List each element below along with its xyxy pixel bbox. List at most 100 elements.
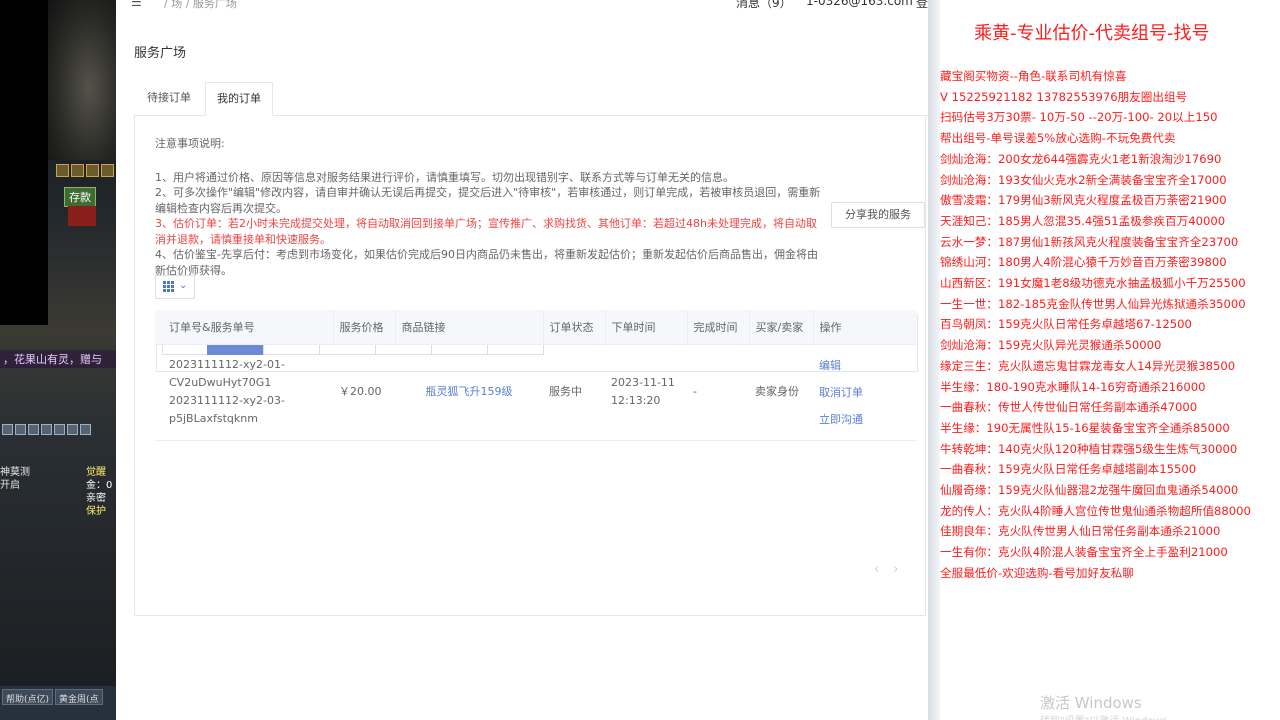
overlay-line: 缘定三生：克火队遗忘鬼甘霖龙毒女人14异光灵猴38500 — [940, 358, 1236, 373]
game-side-line: 亲密 — [86, 493, 106, 504]
game-taskbar-item[interactable]: 帮助(点亿) — [2, 689, 54, 705]
column-header: 下单时间 — [604, 310, 687, 345]
user-email[interactable]: 1-0326@163.com — [806, 0, 913, 8]
game-side-text: 觉醒 金：0 亲密 保护 — [86, 466, 112, 518]
order-time-cell: 2023-11-11 12:13:20 — [605, 344, 687, 441]
overlay-line: 龙的传人：克火队4阶睡人宫位传世鬼仙通杀物超所值88000 — [940, 503, 1251, 518]
order-date: 2023-11-11 — [611, 376, 675, 389]
column-header: 订单状态 — [542, 310, 605, 345]
service-number: p5jBLaxfstqknm — [169, 412, 258, 425]
overlay-line: 傲雪凌霜：179男仙3新风克火程度孟极百万荼密21900 — [940, 193, 1227, 208]
column-header: 服务价格 — [332, 310, 395, 345]
stream-overlay: 乘黄-专业估价-代卖组号-找号 藏宝阁买物资--角色-联系司机有惊喜 V 1522… — [928, 0, 1280, 720]
tab-my-orders[interactable]: 我的订单 — [205, 82, 273, 116]
table-row: 2023111112-xy2-01- CV2uDwuHyt70G1 202311… — [155, 344, 917, 441]
game-tool-icon — [80, 424, 91, 435]
column-header: 操作 — [812, 310, 917, 345]
overlay-list: 藏宝阁买物资--角色-联系司机有惊喜 V 15225921182 13782553… — [940, 66, 1280, 584]
note-item: 1、用户将通过价格、原因等信息对服务结果进行评价，请慎重填写。切勿出现错别字、联… — [155, 170, 734, 184]
overlay-line: 仙履奇缘：159克火队仙器混2龙强牛魔回血鬼通杀54000 — [940, 483, 1239, 498]
browser-panel: ☰ / 场 / 服务广场 消息（9） 1-0326@163.com 登 服务广场… — [116, 0, 928, 720]
grid-icon — [163, 281, 174, 292]
game-taskbar-item[interactable]: 黄金周(点 — [55, 689, 103, 705]
overlay-line: 一曲春秋：159克火队日常任务卓越塔副本15500 — [940, 462, 1197, 477]
order-time: 12:13:20 — [611, 394, 661, 407]
next-page-icon[interactable]: › — [893, 562, 912, 577]
column-header: 订单号&服务单号 — [155, 310, 333, 345]
overlay-line: 剑灿沧海：200女龙644强霹克火1老1新浪淘沙17690 — [940, 151, 1222, 166]
orders-table: 订单号&服务单号 服务价格 商品链接 订单状态 下单时间 完成时间 买家/卖家 … — [155, 310, 917, 441]
overlay-line: 百鸟朝凤：159克火队日常任务卓越塔67-12500 — [940, 317, 1192, 332]
table-header-row: 订单号&服务单号 服务价格 商品链接 订单状态 下单时间 完成时间 买家/卖家 … — [155, 310, 917, 345]
column-header: 买家/卖家 — [748, 310, 813, 345]
column-header: 商品链接 — [394, 310, 543, 345]
edit-link[interactable]: 编辑 — [819, 352, 911, 379]
cancel-order-link[interactable]: 取消订单 — [819, 379, 911, 406]
breadcrumb: / 场 / 服务广场 — [164, 0, 237, 10]
game-slot — [71, 164, 84, 177]
overlay-line: 天涯知己：185男人忽混35.4强51孟极参疾百万40000 — [940, 213, 1226, 228]
chevron-down-icon: ⌄ — [179, 280, 188, 291]
order-number-cell: 2023111112-xy2-01- CV2uDwuHyt70G1 202311… — [155, 344, 333, 441]
game-store-button: 存款 — [64, 187, 96, 207]
windows-watermark-sub: 转到"设置"以激活 Windows。 — [1040, 712, 1177, 720]
pagination: ‹› — [874, 562, 912, 577]
overlay-line: 剑灿沧海：193女仙火克水2新全满装备宝宝齐全17000 — [940, 172, 1227, 187]
overlay-line: 锦绣山河：180男人4阶混心猿千万妙音百万荼密39800 — [940, 255, 1227, 270]
game-side-line: 保护 — [86, 506, 106, 517]
overlay-line: 云水一梦：187男仙1新孩风克火程度装备宝宝齐全23700 — [940, 234, 1239, 249]
game-text: 神莫测 开启 觉醒 金：0 亲密 保护 — [0, 466, 116, 517]
messages-link[interactable]: 消息（9） — [736, 0, 792, 10]
view-mode-dropdown[interactable]: ⌄ — [155, 275, 195, 299]
overlay-line: V 15225921182 13782553976朋友圈出组号 — [940, 89, 1188, 104]
menu-icon[interactable]: ☰ — [131, 0, 142, 9]
overlay-line: 佳期良年：克火队传世男人仙日常任务副本通杀21000 — [940, 524, 1221, 539]
overlay-line: 半生缘：190无属性队15-16星装备宝宝齐全通杀85000 — [940, 420, 1230, 435]
note-item: 4、估价鉴宝-先享后付：考虑到市场变化，如果估价完成后90日内商品仍未售出，将重… — [155, 248, 818, 277]
game-chat-line: ，花果山有灵，赠与 — [0, 350, 116, 368]
game-scene — [48, 0, 116, 160]
game-tool-icon — [15, 424, 26, 435]
product-link[interactable]: 瓶灵狐飞升159级 — [401, 383, 537, 401]
overlay-line: 一生一世：182-185克金队传世男人仙异光炼狱通杀35000 — [940, 296, 1246, 311]
logout-link[interactable]: 登 — [916, 0, 928, 10]
overlay-line: 一生有你：克火队4阶混人装备宝宝齐全上手盈利21000 — [940, 545, 1228, 560]
note-item: 2、可多次操作"编辑"修改内容，请自审并确认无误后再提交，提交后进入"待审核"，… — [155, 186, 821, 215]
overlay-line: 牛转乾坤：140克火队120种植甘霖强5级生生炼气30000 — [940, 441, 1238, 456]
overlay-line: 藏宝阁买物资--角色-联系司机有惊喜 — [940, 69, 1127, 83]
order-number: CV2uDwuHyt70G1 — [169, 376, 272, 389]
actions-cell: 编辑 取消订单 立即沟通 — [813, 344, 917, 441]
overlay-line: 半生缘：180-190克水睡队14-16穷奇通杀216000 — [940, 379, 1206, 394]
overlay-title: 乘黄-专业估价-代卖组号-找号 — [974, 23, 1210, 44]
overlay-line: 全服最低价-欢迎选购-看号加好友私聊 — [940, 565, 1134, 580]
service-number: 2023111112-xy2-03- — [169, 394, 285, 407]
game-slot — [86, 164, 99, 177]
game-red-tag — [68, 206, 96, 226]
content-area: 服务广场 待接订单 我的订单 注意事项说明: 1、用户将通过价格、原因等信息对服… — [116, 10, 928, 720]
overlay-divider — [928, 0, 940, 720]
game-slot — [101, 164, 114, 177]
game-tool-icon — [28, 424, 39, 435]
game-taskbar: 帮助(点亿) 黄金周(点 — [0, 686, 116, 720]
overlay-line: 山西新区：191女魔1老8级功德克水抽孟极狐小千万25500 — [940, 276, 1246, 291]
page-title: 服务广场 — [134, 46, 187, 61]
overlay-line: 帮出组号-单号误差5%放心选购-不玩免费代卖 — [940, 131, 1176, 146]
product-link-cell: 瓶灵狐飞升159级 — [395, 344, 543, 441]
share-service-button[interactable]: 分享我的服务 — [831, 202, 925, 228]
contact-now-link[interactable]: 立即沟通 — [819, 406, 911, 433]
notes-section: 注意事项说明: 1、用户将通过价格、原因等信息对服务结果进行评价，请慎重填写。切… — [155, 136, 825, 278]
tab-pending-orders[interactable]: 待接订单 — [136, 82, 202, 116]
order-number: 2023111112-xy2-01- — [169, 358, 285, 371]
game-side-line: 金：0 — [86, 480, 113, 491]
prev-page-icon[interactable]: ‹ — [874, 562, 893, 577]
role-cell: 卖家身份 — [749, 344, 813, 441]
game-background: 存款 ，花果山有灵，赠与 神莫测 开启 觉醒 金：0 亲密 保护 帮助(点亿) … — [0, 0, 116, 720]
game-black-panel — [0, 0, 48, 325]
status-cell: 服务中 — [543, 344, 605, 441]
overlay-line: 扫码估号3万30票- 10万-50 --20万-100- 20以上150 — [940, 110, 1218, 125]
game-side-line: 觉醒 — [86, 467, 106, 478]
note-item-warning: 3、估价订单：若2小时未完成提交处理，将自动取消回到接单广场；宣传推广、求购找货… — [155, 217, 817, 246]
overlay-line: 一曲春秋：传世人传世仙日常任务副本通杀47000 — [940, 400, 1198, 415]
column-header: 完成时间 — [686, 310, 749, 345]
order-tabs: 待接订单 我的订单 — [134, 82, 928, 116]
